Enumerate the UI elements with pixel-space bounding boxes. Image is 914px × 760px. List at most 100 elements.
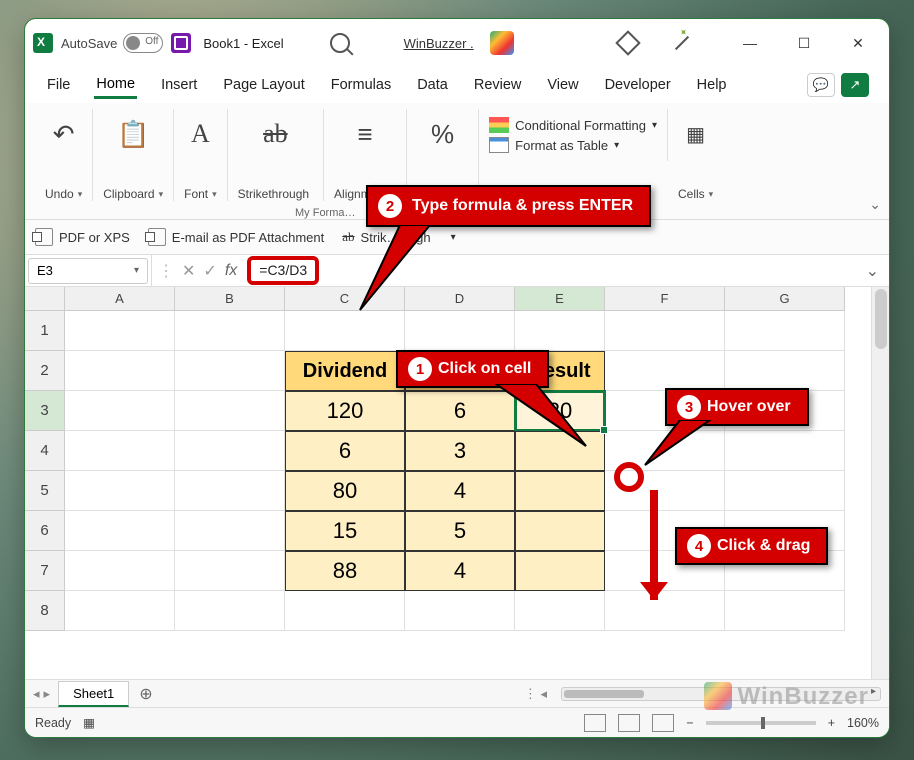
- save-icon[interactable]: [171, 33, 191, 53]
- page-layout-view-icon[interactable]: [618, 714, 640, 732]
- chevron-down-icon: ▾: [134, 265, 139, 276]
- share-button[interactable]: ↗: [841, 73, 869, 97]
- close-button[interactable]: ✕: [835, 27, 881, 59]
- cells-icon: ▦: [686, 109, 705, 159]
- row-header-7[interactable]: 7: [25, 551, 65, 591]
- zoom-slider[interactable]: [706, 721, 816, 725]
- callout-2-text: Type formula & press ENTER: [412, 197, 633, 215]
- column-header-a[interactable]: A: [65, 287, 175, 311]
- select-all-corner[interactable]: [25, 287, 65, 311]
- row-header-1[interactable]: 1: [25, 311, 65, 351]
- cell-E5[interactable]: [515, 471, 605, 511]
- callout-2-number: 2: [378, 194, 402, 218]
- tab-page-layout[interactable]: Page Layout: [221, 73, 306, 97]
- fx-icon[interactable]: fx: [225, 262, 237, 280]
- cells-group[interactable]: ▦ Cells: [668, 109, 723, 201]
- conditional-formatting-label: Conditional Formatting: [515, 118, 646, 133]
- zoom-level[interactable]: 160%: [847, 716, 879, 730]
- drag-arrow: [650, 490, 658, 600]
- ribbon-collapse-button[interactable]: ⌄: [869, 196, 881, 213]
- autosave-toggle[interactable]: AutoSave Off: [61, 33, 163, 53]
- cell-E6[interactable]: [515, 511, 605, 551]
- cell-C6[interactable]: 15: [285, 511, 405, 551]
- cell-C2[interactable]: Dividend: [285, 351, 405, 391]
- pdf-icon: [35, 228, 53, 246]
- formula-bar-buttons: ⋮ ✕ ✓ fx: [151, 255, 243, 286]
- row-header-4[interactable]: 4: [25, 431, 65, 471]
- minimize-button[interactable]: —: [727, 27, 773, 59]
- callout-2: 2 Type formula & press ENTER: [366, 185, 651, 227]
- vertical-scrollbar[interactable]: [871, 287, 889, 679]
- name-box[interactable]: E3 ▾: [28, 258, 148, 284]
- tab-review[interactable]: Review: [472, 73, 524, 97]
- strikethrough-group[interactable]: ab Strikethrough: [228, 109, 324, 201]
- format-as-table-button[interactable]: Format as Table▾: [489, 135, 657, 155]
- callout-1-text: Click on cell: [438, 360, 531, 378]
- page-break-view-icon[interactable]: [652, 714, 674, 732]
- format-as-table-label: Format as Table: [515, 138, 608, 153]
- tab-view[interactable]: View: [545, 73, 580, 97]
- cell-E7[interactable]: [515, 551, 605, 591]
- normal-view-icon[interactable]: [584, 714, 606, 732]
- sheet-nav-buttons[interactable]: ◂▸: [25, 686, 58, 702]
- row-header-5[interactable]: 5: [25, 471, 65, 511]
- tab-developer[interactable]: Developer: [603, 73, 673, 97]
- column-header-g[interactable]: G: [725, 287, 845, 311]
- number-icon: %: [431, 109, 454, 159]
- fill-handle[interactable]: [600, 426, 608, 434]
- diamond-icon[interactable]: [615, 30, 640, 55]
- pdf-or-xps-button[interactable]: PDF or XPS: [35, 228, 130, 246]
- cell-C5[interactable]: 80: [285, 471, 405, 511]
- tab-data[interactable]: Data: [415, 73, 450, 97]
- accessibility-icon[interactable]: ▦: [83, 715, 95, 730]
- zoom-in-button[interactable]: +: [828, 716, 835, 730]
- clipboard-icon: 📋: [117, 109, 149, 159]
- cell-C7[interactable]: 88: [285, 551, 405, 591]
- cell-D5[interactable]: 4: [405, 471, 515, 511]
- clipboard-group[interactable]: 📋 Clipboard: [93, 109, 174, 201]
- tab-home[interactable]: Home: [94, 72, 137, 99]
- search-icon[interactable]: [330, 33, 350, 53]
- row-header-2[interactable]: 2: [25, 351, 65, 391]
- enter-formula-icon[interactable]: ✓: [203, 261, 216, 281]
- undo-icon: ↶: [53, 109, 75, 159]
- formula-bar-menu-icon[interactable]: ⋮: [158, 261, 174, 281]
- cell-D7[interactable]: 4: [405, 551, 515, 591]
- conditional-formatting-button[interactable]: Conditional Formatting▾: [489, 115, 657, 135]
- title-bar: AutoSave Off Book1 - Excel WinBuzzer . —…: [25, 19, 889, 67]
- tab-formulas[interactable]: Formulas: [329, 73, 393, 97]
- cell-C3[interactable]: 120: [285, 391, 405, 431]
- zoom-out-button[interactable]: −: [686, 716, 693, 730]
- autosave-label: AutoSave: [61, 36, 117, 51]
- column-header-e[interactable]: E: [515, 287, 605, 311]
- wand-icon[interactable]: [675, 36, 689, 50]
- conditional-formatting-icon: [489, 117, 509, 133]
- cell-C4[interactable]: 6: [285, 431, 405, 471]
- row-header-6[interactable]: 6: [25, 511, 65, 551]
- row-header-8[interactable]: 8: [25, 591, 65, 631]
- tab-file[interactable]: File: [45, 73, 72, 97]
- row-header-3[interactable]: 3: [25, 391, 65, 431]
- formula-text: =C3/D3: [259, 262, 307, 278]
- toggle-switch-icon[interactable]: Off: [123, 33, 163, 53]
- callout-2-tail: [350, 225, 470, 315]
- tab-insert[interactable]: Insert: [159, 73, 199, 97]
- cancel-formula-icon[interactable]: ✕: [182, 261, 195, 281]
- comments-button[interactable]: 💬: [807, 73, 835, 97]
- formula-input[interactable]: =C3/D3: [247, 256, 319, 285]
- name-box-value: E3: [37, 263, 53, 278]
- add-sheet-button[interactable]: ⊕: [129, 684, 162, 704]
- callout-1-number: 1: [408, 357, 432, 381]
- tab-help[interactable]: Help: [695, 73, 729, 97]
- font-group[interactable]: A Font: [174, 109, 228, 201]
- maximize-button[interactable]: ☐: [781, 27, 827, 59]
- column-header-b[interactable]: B: [175, 287, 285, 311]
- formula-bar-expand-icon[interactable]: ⌄: [856, 261, 889, 281]
- excel-icon: [33, 33, 53, 53]
- email-pdf-button[interactable]: E-mail as PDF Attachment: [148, 228, 324, 246]
- column-header-f[interactable]: F: [605, 287, 725, 311]
- winbuzzer-link[interactable]: WinBuzzer .: [404, 36, 474, 51]
- undo-group[interactable]: ↶ Undo: [35, 109, 93, 201]
- sheet-tab-sheet1[interactable]: Sheet1: [58, 681, 129, 707]
- cell-D6[interactable]: 5: [405, 511, 515, 551]
